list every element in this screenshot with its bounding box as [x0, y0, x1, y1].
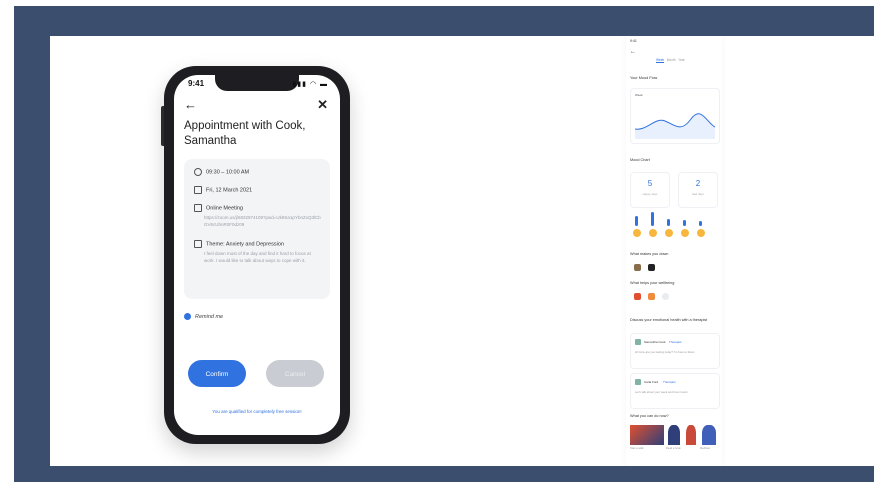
therapist-message: Hi! How are you feeling today? I'm here …: [635, 350, 696, 354]
mood-bar: [667, 219, 670, 226]
date-row: Fri, 12 March 2021: [194, 186, 252, 194]
emoji-icon: [681, 229, 689, 237]
period-tabs: Week Month Year: [656, 58, 685, 63]
long-status-time: 9:41: [630, 39, 637, 43]
meeting-row: Online Meeting: [194, 204, 243, 212]
video-icon: [194, 204, 202, 212]
note-icon: [194, 240, 202, 248]
activity-caption: Read a book: [666, 447, 681, 450]
stat-caption: Sad days: [692, 192, 704, 196]
mood-flow-line-chart: [634, 113, 716, 139]
can-do-title: What you can do now?: [630, 414, 669, 418]
therapist-tag: Therapist: [669, 340, 682, 344]
clock-icon: [194, 168, 202, 176]
therapist-name: Samantha Cook: [644, 340, 666, 344]
close-icon[interactable]: ✕: [317, 97, 328, 113]
confirm-button[interactable]: Confirm: [188, 360, 246, 387]
mood-bar: [699, 221, 702, 226]
phone-notch: [215, 75, 299, 91]
therapist-name: Carla Ford: [644, 380, 659, 384]
checkbox-checked-icon[interactable]: [184, 313, 191, 320]
stat-card-sad: 2 Sad days: [678, 172, 718, 208]
mood-tracker-screen: 9:41 ← Week Month Year Your Mood Flow We…: [626, 36, 722, 466]
theme-label: Theme: Anxiety and Depression: [206, 241, 284, 248]
avatar: [635, 339, 641, 345]
emoji-icon: [665, 229, 673, 237]
tab-year[interactable]: Year: [678, 58, 684, 62]
appointment-time: 09:30 – 10:00 AM: [206, 169, 250, 176]
page-title: Appointment with Cook, Samantha: [184, 120, 306, 147]
stat-value: 5: [647, 179, 653, 188]
appointment-date: Fri, 12 March 2021: [206, 187, 253, 194]
appointment-screen: 9:41 ▮▮▮ ◠ ▬ ← ✕ Appointment with Cook, …: [174, 75, 340, 435]
meeting-label: Online Meeting: [206, 205, 243, 212]
mood-flow-title: Your Mood Flow: [630, 76, 658, 80]
activity-illustration[interactable]: [630, 425, 664, 445]
remind-me-checkbox[interactable]: Remind me: [184, 313, 223, 320]
mood-range-selector[interactable]: Week: [635, 93, 643, 97]
therapist-card[interactable]: Carla Ford Therapist Let's talk about yo…: [630, 373, 720, 409]
discuss-title: Discuss your emotional health with a the…: [630, 318, 708, 322]
activity-illustration[interactable]: [686, 425, 696, 445]
therapist-message: Let's talk about your week and how it we…: [635, 390, 689, 394]
free-session-note[interactable]: You are qualified for completely free se…: [174, 409, 340, 414]
emoji-icon: [649, 229, 657, 237]
tab-week[interactable]: Week: [656, 58, 665, 63]
activity-caption: Take a walk: [630, 447, 644, 450]
down-title: What makes you down: [630, 252, 669, 256]
activity-illustration[interactable]: [702, 425, 716, 445]
therapist-card[interactable]: Samantha Cook Therapist Hi! How are you …: [630, 333, 720, 369]
activity-illustration[interactable]: [668, 425, 680, 445]
photo-thumb[interactable]: [634, 264, 641, 271]
activity-caption: Meditate: [700, 447, 710, 450]
mood-bar: [651, 212, 654, 226]
photo-thumb[interactable]: [648, 264, 655, 271]
long-back-arrow-icon[interactable]: ←: [630, 49, 636, 55]
stat-card-happy: 5 Happy days: [630, 172, 670, 208]
presentation-frame: 9:41 ▮▮▮ ◠ ▬ ← ✕ Appointment with Cook, …: [14, 6, 874, 482]
phone-mockup: 9:41 ▮▮▮ ◠ ▬ ← ✕ Appointment with Cook, …: [161, 66, 350, 444]
avatar: [635, 379, 641, 385]
stat-value: 2: [695, 179, 701, 188]
photo-thumb[interactable]: [634, 293, 641, 300]
theme-row: Theme: Anxiety and Depression: [194, 240, 284, 248]
cancel-button[interactable]: Cancel: [266, 360, 324, 387]
mockup-canvas: 9:41 ▮▮▮ ◠ ▬ ← ✕ Appointment with Cook, …: [50, 36, 874, 466]
status-time: 9:41: [188, 79, 205, 88]
therapist-tag: Therapist: [663, 380, 676, 384]
stat-caption: Happy days: [642, 192, 658, 196]
mood-flow-card: Week: [630, 88, 720, 144]
mood-bar: [635, 216, 638, 226]
status-icons: ▮▮▮ ◠ ▬: [292, 81, 328, 88]
phone-side-button: [161, 106, 164, 146]
photo-thumb[interactable]: [648, 293, 655, 300]
emoji-icon: [697, 229, 705, 237]
meeting-link[interactable]: https://zoom.us/j/6832974109?pwd=Uk9Sa1p…: [204, 214, 322, 228]
appointment-details-card: 09:30 – 10:00 AM Fri, 12 March 2021 Onli…: [184, 159, 330, 299]
mood-chart-title: Mood Chart: [630, 158, 650, 162]
emoji-icon: [633, 229, 641, 237]
tab-month[interactable]: Month: [667, 58, 676, 62]
back-arrow-icon[interactable]: ←: [184, 97, 197, 112]
calendar-icon: [194, 186, 202, 194]
mood-bar: [683, 220, 686, 226]
time-row: 09:30 – 10:00 AM: [194, 168, 249, 176]
theme-detail: I feel down most of the day and find it …: [204, 251, 311, 263]
wellbeing-title: What helps your wellbeing: [630, 281, 675, 285]
add-icon[interactable]: [662, 293, 669, 300]
remind-me-label: Remind me: [195, 313, 224, 320]
